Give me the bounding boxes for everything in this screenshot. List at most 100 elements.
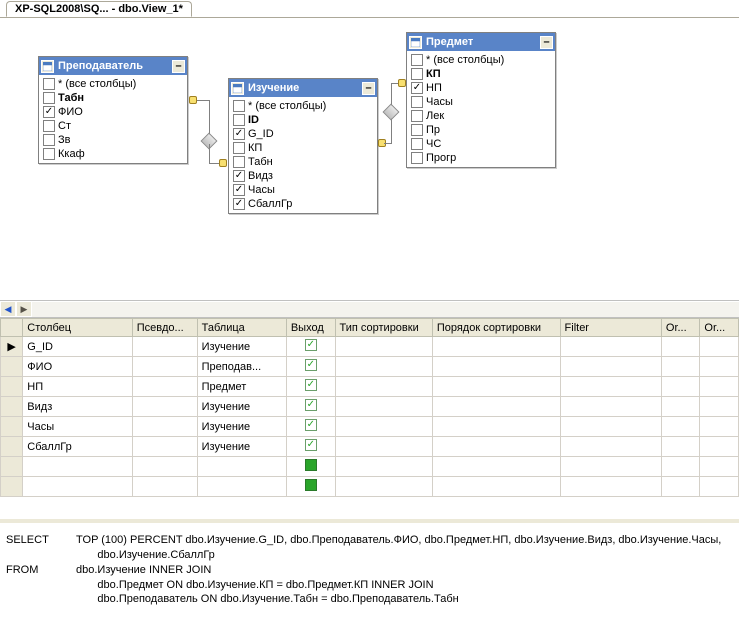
cell-column[interactable]: СбаллГр xyxy=(23,437,132,457)
output-checkbox[interactable] xyxy=(305,399,317,411)
cell-table[interactable] xyxy=(197,457,286,477)
table-row[interactable] xyxy=(1,457,739,477)
column-checkbox[interactable] xyxy=(233,184,245,196)
cell-sorttype[interactable] xyxy=(335,417,432,437)
column-checkbox[interactable] xyxy=(43,106,55,118)
cell-column[interactable]: Часы xyxy=(23,417,132,437)
cell-sortorder[interactable] xyxy=(432,417,560,437)
table-column-row[interactable]: * (все столбцы) xyxy=(409,53,553,67)
cell-or[interactable] xyxy=(700,337,739,357)
relation-diamond-icon[interactable] xyxy=(385,106,397,118)
pane-scrollbar[interactable]: ◀ ▶ xyxy=(0,300,739,318)
column-checkbox[interactable] xyxy=(43,148,55,160)
grid-header[interactable]: Or... xyxy=(700,319,739,337)
column-checkbox[interactable] xyxy=(233,128,245,140)
grid-header[interactable]: Выход xyxy=(286,319,335,337)
table-column-row[interactable]: ЧС xyxy=(409,137,553,151)
criteria-grid[interactable]: Столбец Псевдо... Таблица Выход Тип сорт… xyxy=(0,318,739,497)
table-column-row[interactable]: Зв xyxy=(41,133,185,147)
grid-header[interactable]: Псевдо... xyxy=(132,319,197,337)
cell-sorttype[interactable] xyxy=(335,357,432,377)
table-menu-button[interactable]: – xyxy=(540,36,553,49)
cell-sortorder[interactable] xyxy=(432,477,560,497)
column-checkbox[interactable] xyxy=(233,170,245,182)
cell-table[interactable]: Изучение xyxy=(197,397,286,417)
cell-sorttype[interactable] xyxy=(335,457,432,477)
cell-filter[interactable] xyxy=(560,437,661,457)
cell-table[interactable]: Преподав... xyxy=(197,357,286,377)
cell-or[interactable] xyxy=(661,397,700,417)
cell-filter[interactable] xyxy=(560,397,661,417)
table-box-izuch[interactable]: Изучение – * (все столбцы)IDG_IDКПТабнВи… xyxy=(228,78,378,214)
cell-alias[interactable] xyxy=(132,377,197,397)
column-checkbox[interactable] xyxy=(233,198,245,210)
output-checkbox[interactable] xyxy=(305,419,317,431)
column-checkbox[interactable] xyxy=(411,152,423,164)
output-checkbox[interactable] xyxy=(305,379,317,391)
cell-filter[interactable] xyxy=(560,457,661,477)
column-checkbox[interactable] xyxy=(411,68,423,80)
cell-output[interactable] xyxy=(286,477,335,497)
table-row[interactable]: ФИО Преподав... xyxy=(1,357,739,377)
column-checkbox[interactable] xyxy=(233,114,245,126)
cell-or[interactable] xyxy=(700,477,739,497)
scroll-left-icon[interactable]: ◀ xyxy=(0,301,16,317)
cell-or[interactable] xyxy=(661,437,700,457)
cell-or[interactable] xyxy=(661,477,700,497)
cell-filter[interactable] xyxy=(560,357,661,377)
column-checkbox[interactable] xyxy=(411,110,423,122)
output-checkbox[interactable] xyxy=(305,359,317,371)
cell-or[interactable] xyxy=(661,337,700,357)
cell-alias[interactable] xyxy=(132,417,197,437)
table-column-row[interactable]: ID xyxy=(231,113,375,127)
row-header[interactable] xyxy=(1,457,23,477)
cell-output[interactable] xyxy=(286,377,335,397)
table-column-row[interactable]: Ст xyxy=(41,119,185,133)
row-header[interactable] xyxy=(1,477,23,497)
cell-column[interactable] xyxy=(23,457,132,477)
column-checkbox[interactable] xyxy=(233,142,245,154)
table-column-row[interactable]: СбаллГр xyxy=(231,197,375,211)
output-checkbox[interactable] xyxy=(305,459,317,471)
column-checkbox[interactable] xyxy=(233,100,245,112)
table-row[interactable]: Видз Изучение xyxy=(1,397,739,417)
table-menu-button[interactable]: – xyxy=(362,82,375,95)
diagram-pane[interactable]: Преподаватель – * (все столбцы)ТабнФИОСт… xyxy=(0,18,739,300)
cell-filter[interactable] xyxy=(560,337,661,357)
cell-output[interactable] xyxy=(286,397,335,417)
cell-sorttype[interactable] xyxy=(335,477,432,497)
column-checkbox[interactable] xyxy=(43,78,55,90)
cell-filter[interactable] xyxy=(560,417,661,437)
table-box-predmet[interactable]: Предмет – * (все столбцы)КПНПЧасыЛекПрЧС… xyxy=(406,32,556,168)
cell-sorttype[interactable] xyxy=(335,337,432,357)
cell-sorttype[interactable] xyxy=(335,397,432,417)
cell-or[interactable] xyxy=(700,437,739,457)
cell-alias[interactable] xyxy=(132,457,197,477)
cell-column[interactable]: НП xyxy=(23,377,132,397)
table-column-row[interactable]: * (все столбцы) xyxy=(231,99,375,113)
table-row[interactable]: ▶G_IDИзучение xyxy=(1,337,739,357)
column-checkbox[interactable] xyxy=(43,134,55,146)
output-checkbox[interactable] xyxy=(305,339,317,351)
output-checkbox[interactable] xyxy=(305,479,317,491)
cell-or[interactable] xyxy=(661,377,700,397)
cell-sortorder[interactable] xyxy=(432,357,560,377)
table-menu-button[interactable]: – xyxy=(172,60,185,73)
cell-sortorder[interactable] xyxy=(432,457,560,477)
column-checkbox[interactable] xyxy=(43,120,55,132)
row-header[interactable] xyxy=(1,417,23,437)
table-column-row[interactable]: КП xyxy=(231,141,375,155)
cell-sorttype[interactable] xyxy=(335,437,432,457)
column-checkbox[interactable] xyxy=(411,124,423,136)
row-header[interactable]: ▶ xyxy=(1,337,23,357)
cell-sortorder[interactable] xyxy=(432,337,560,357)
sql-pane[interactable]: SELECTTOP (100) PERCENT dbo.Изучение.G_I… xyxy=(0,519,739,617)
output-checkbox[interactable] xyxy=(305,439,317,451)
column-checkbox[interactable] xyxy=(411,54,423,66)
table-column-row[interactable]: Часы xyxy=(409,95,553,109)
table-row[interactable]: СбаллГрИзучение xyxy=(1,437,739,457)
column-checkbox[interactable] xyxy=(411,138,423,150)
cell-column[interactable]: ФИО xyxy=(23,357,132,377)
cell-or[interactable] xyxy=(700,417,739,437)
cell-column[interactable]: Видз xyxy=(23,397,132,417)
